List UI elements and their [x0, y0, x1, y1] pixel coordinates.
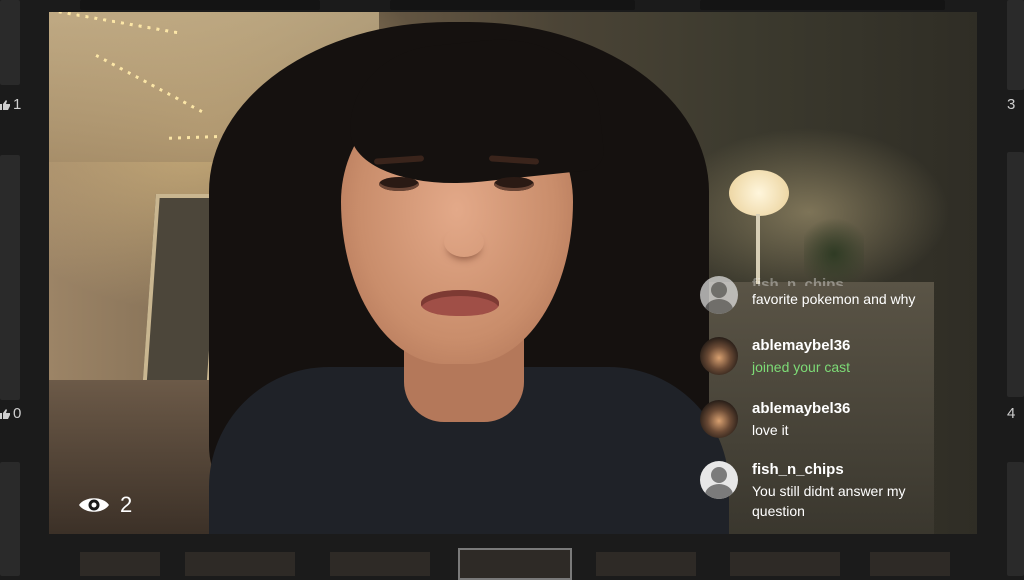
stream-thumbnail[interactable]: [730, 552, 840, 576]
chat-username[interactable]: fish_n_chips: [752, 276, 915, 286]
stream-thumbnail[interactable]: [330, 552, 430, 576]
chat-message: ablemaybel36 love it: [700, 400, 960, 440]
chat-message-text: favorite pokemon and why: [752, 291, 916, 307]
stream-tile-left-top[interactable]: [0, 0, 20, 85]
like-count-left-2: 0: [0, 405, 21, 422]
photo-avatar[interactable]: [700, 337, 738, 375]
stream-thumbnail[interactable]: [185, 552, 295, 576]
nose: [444, 227, 484, 257]
like-count: 0: [13, 405, 22, 422]
chat-message: fish_n_chips You still didnt answer my q…: [700, 461, 960, 521]
stream-thumbnail-active[interactable]: [458, 548, 572, 580]
stream-tile-top[interactable]: [700, 0, 945, 10]
right-eye: [494, 177, 534, 191]
chat-username[interactable]: fish_n_chips: [752, 461, 942, 478]
stream-tile-right-top[interactable]: [1007, 0, 1024, 90]
default-avatar[interactable]: [700, 276, 738, 314]
like-count: 1: [13, 96, 22, 113]
thumbs-up-icon: [0, 408, 10, 419]
chat-message-text: love it: [752, 422, 789, 438]
like-count: 3: [1007, 96, 1016, 113]
like-count: 4: [1007, 405, 1016, 422]
stream-tile-left-bottom[interactable]: [0, 462, 20, 576]
photo-avatar[interactable]: [700, 400, 738, 438]
left-eye: [379, 177, 419, 191]
plant: [804, 212, 864, 282]
eye-icon: [79, 498, 109, 512]
lamp-pole: [756, 214, 760, 284]
chat-message-text: You still didnt answer my question: [752, 483, 906, 519]
chat-message: ablemaybel36 joined your cast: [700, 337, 960, 377]
stream-tile-top[interactable]: [390, 0, 635, 10]
lamp: [729, 170, 789, 216]
chat-username[interactable]: ablemaybel36: [752, 337, 850, 354]
live-stream-video[interactable]: 2: [49, 12, 977, 534]
chat-system-message: joined your cast: [752, 359, 851, 375]
chat-message: fish_n_chips favorite pokemon and why: [700, 276, 960, 314]
like-count-right-1: 3: [1007, 96, 1015, 113]
like-count-left-1: 1: [0, 96, 21, 113]
stream-tile-left-mid[interactable]: [0, 155, 20, 400]
stream-tile-right-bottom[interactable]: [1007, 462, 1024, 576]
viewer-count-value: 2: [120, 492, 133, 517]
default-avatar[interactable]: [700, 461, 738, 499]
stream-thumbnail[interactable]: [80, 552, 160, 576]
chat-username[interactable]: ablemaybel36: [752, 400, 850, 417]
thumbs-up-icon: [0, 99, 10, 110]
like-count-right-2: 4: [1007, 405, 1015, 422]
viewer-count: 2: [78, 492, 132, 518]
stream-thumbnail[interactable]: [870, 552, 950, 576]
stream-tile-right-mid[interactable]: [1007, 152, 1024, 397]
stream-tile-top[interactable]: [80, 0, 320, 10]
mouth: [421, 290, 499, 316]
stream-thumbnail[interactable]: [596, 552, 696, 576]
